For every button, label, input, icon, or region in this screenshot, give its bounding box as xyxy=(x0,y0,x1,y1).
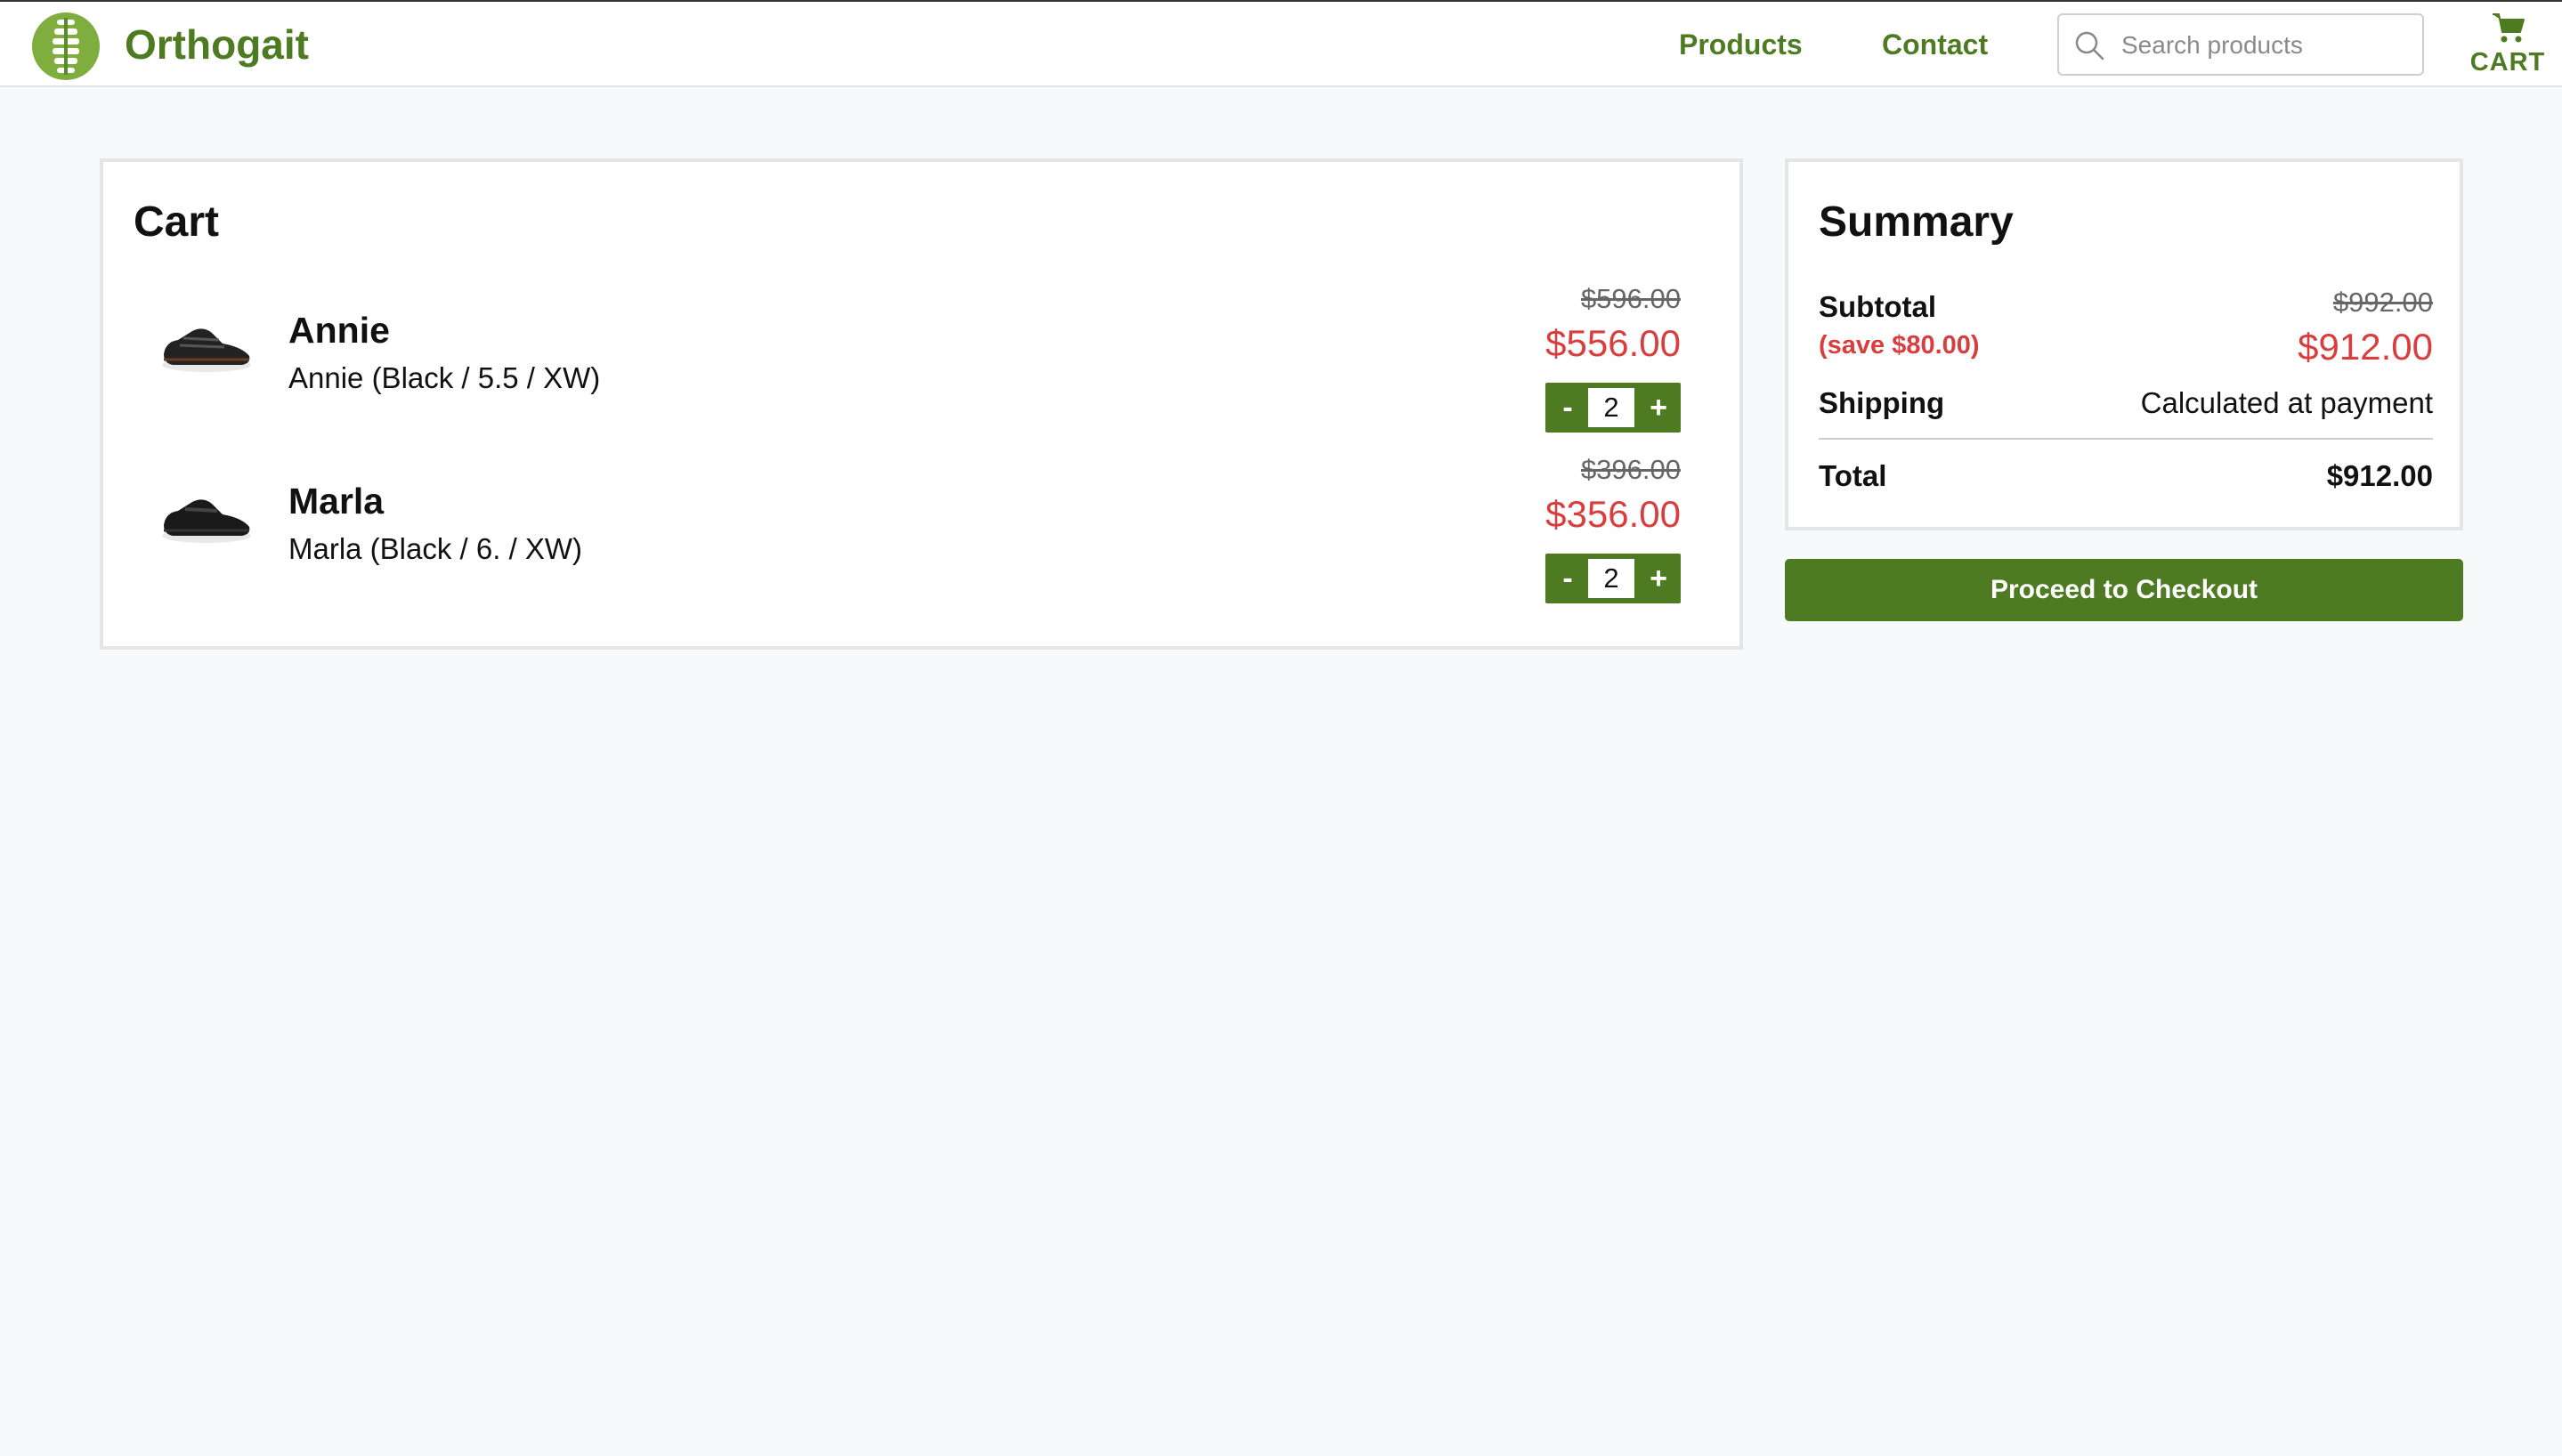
total-row: Total $912.00 xyxy=(1819,459,2433,498)
original-price: $396.00 xyxy=(1580,454,1681,485)
decrease-quantity-button[interactable]: - xyxy=(1547,383,1588,433)
cart-link[interactable]: CART xyxy=(2469,11,2546,82)
summary-panel: Summary Subtotal (save $80.00) $992.00 $… xyxy=(1785,158,2463,530)
quantity-stepper: - 2 + xyxy=(1545,383,1681,433)
brand-name[interactable]: Orthogait xyxy=(125,20,309,69)
quantity-value[interactable]: 2 xyxy=(1588,559,1634,598)
cart-label: CART xyxy=(2469,48,2546,77)
nav-contact-link[interactable]: Contact xyxy=(1882,27,1988,62)
summary-divider xyxy=(1819,438,2433,440)
item-name[interactable]: Marla xyxy=(288,479,384,523)
increase-quantity-button[interactable]: + xyxy=(1638,383,1679,433)
savings-note: (save $80.00) xyxy=(1819,331,1980,360)
shipping-row: Shipping Calculated at payment xyxy=(1819,386,2433,425)
total-value: $912.00 xyxy=(2326,459,2433,492)
quantity-stepper: - 2 + xyxy=(1545,554,1681,603)
subtotal-sale: $912.00 xyxy=(2298,326,2433,368)
item-variant: Annie (Black / 5.5 / XW) xyxy=(288,361,601,394)
search-box[interactable] xyxy=(2057,13,2424,76)
site-header: Orthogait Products Contact CART xyxy=(0,2,2562,87)
subtotal-original: $992.00 xyxy=(2332,287,2433,318)
nav-products-link[interactable]: Products xyxy=(1679,27,1803,62)
cart-panel: Cart Annie Annie (Black / 5.5 / XW) $596… xyxy=(100,158,1743,650)
item-variant: Marla (Black / 6. / XW) xyxy=(288,532,583,565)
cart-item: Annie Annie (Black / 5.5 / XW) $596.00 $… xyxy=(103,272,1739,441)
item-name[interactable]: Annie xyxy=(288,308,390,352)
cart-title: Cart xyxy=(134,198,220,246)
subtotal-row: Subtotal (save $80.00) $992.00 $912.00 xyxy=(1819,287,2433,376)
shoe-image[interactable] xyxy=(157,308,256,388)
increase-quantity-button[interactable]: + xyxy=(1638,554,1679,603)
shopping-cart-icon xyxy=(2493,13,2525,43)
sale-price: $556.00 xyxy=(1545,322,1681,364)
search-icon xyxy=(2075,31,2104,61)
shipping-label: Shipping xyxy=(1819,386,1945,419)
decrease-quantity-button[interactable]: - xyxy=(1547,554,1588,603)
sale-price: $356.00 xyxy=(1545,493,1681,535)
shoe-image[interactable] xyxy=(157,479,256,559)
cart-item: Marla Marla (Black / 6. / XW) $396.00 $3… xyxy=(103,443,1739,612)
quantity-value[interactable]: 2 xyxy=(1588,388,1634,427)
original-price: $596.00 xyxy=(1580,283,1681,314)
proceed-to-checkout-button[interactable]: Proceed to Checkout xyxy=(1785,559,2463,621)
total-label: Total xyxy=(1819,459,1887,492)
spine-logo-icon[interactable] xyxy=(30,11,101,82)
subtotal-label: Subtotal xyxy=(1819,290,1936,323)
shipping-value: Calculated at payment xyxy=(2140,386,2433,419)
search-input[interactable] xyxy=(2121,26,2415,65)
summary-title: Summary xyxy=(1819,198,2014,246)
